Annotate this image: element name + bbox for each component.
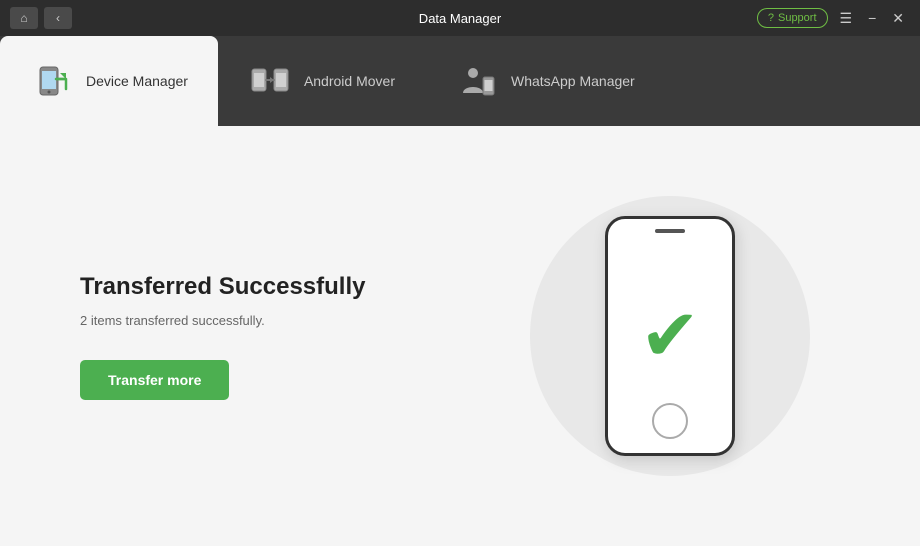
success-illustration-circle: ✔ — [530, 196, 810, 476]
tab-device-manager[interactable]: Device Manager — [0, 36, 218, 126]
tab-bar: Device Manager Android Mover — [0, 36, 920, 126]
app-title: Data Manager — [419, 11, 501, 26]
success-subtitle: 2 items transferred successfully. — [80, 313, 500, 328]
main-content: Transferred Successfully 2 items transfe… — [0, 126, 920, 546]
checkmark-icon: ✔ — [640, 300, 700, 372]
close-button[interactable]: ✕ — [886, 8, 910, 29]
whatsapp-manager-icon — [455, 59, 499, 103]
back-icon: ‹ — [56, 11, 60, 25]
title-bar-left: ⌂ ‹ — [10, 7, 72, 29]
home-button[interactable]: ⌂ — [10, 7, 38, 29]
android-mover-label: Android Mover — [304, 73, 395, 89]
window-controls: ☰ − ✕ — [834, 8, 910, 29]
minimize-button[interactable]: − — [862, 8, 882, 28]
support-icon: ? — [768, 12, 774, 24]
whatsapp-manager-label: WhatsApp Manager — [511, 73, 635, 89]
title-bar: ⌂ ‹ Data Manager ? Support ☰ − ✕ — [0, 0, 920, 36]
device-manager-label: Device Manager — [86, 73, 188, 89]
support-button[interactable]: ? Support — [757, 8, 828, 28]
tab-whatsapp-manager[interactable]: WhatsApp Manager — [425, 36, 665, 126]
device-manager-icon — [30, 59, 74, 103]
android-mover-icon — [248, 59, 292, 103]
phone-illustration: ✔ — [605, 216, 735, 456]
support-label: Support — [778, 12, 817, 24]
title-bar-right: ? Support ☰ − ✕ — [757, 8, 910, 29]
success-title: Transferred Successfully — [80, 273, 500, 301]
tab-android-mover[interactable]: Android Mover — [218, 36, 425, 126]
left-section: Transferred Successfully 2 items transfe… — [80, 273, 500, 400]
transfer-more-button[interactable]: Transfer more — [80, 360, 229, 400]
menu-button[interactable]: ☰ — [834, 8, 859, 29]
right-section: ✔ — [500, 196, 840, 476]
back-button[interactable]: ‹ — [44, 7, 72, 29]
home-icon: ⌂ — [20, 11, 27, 25]
